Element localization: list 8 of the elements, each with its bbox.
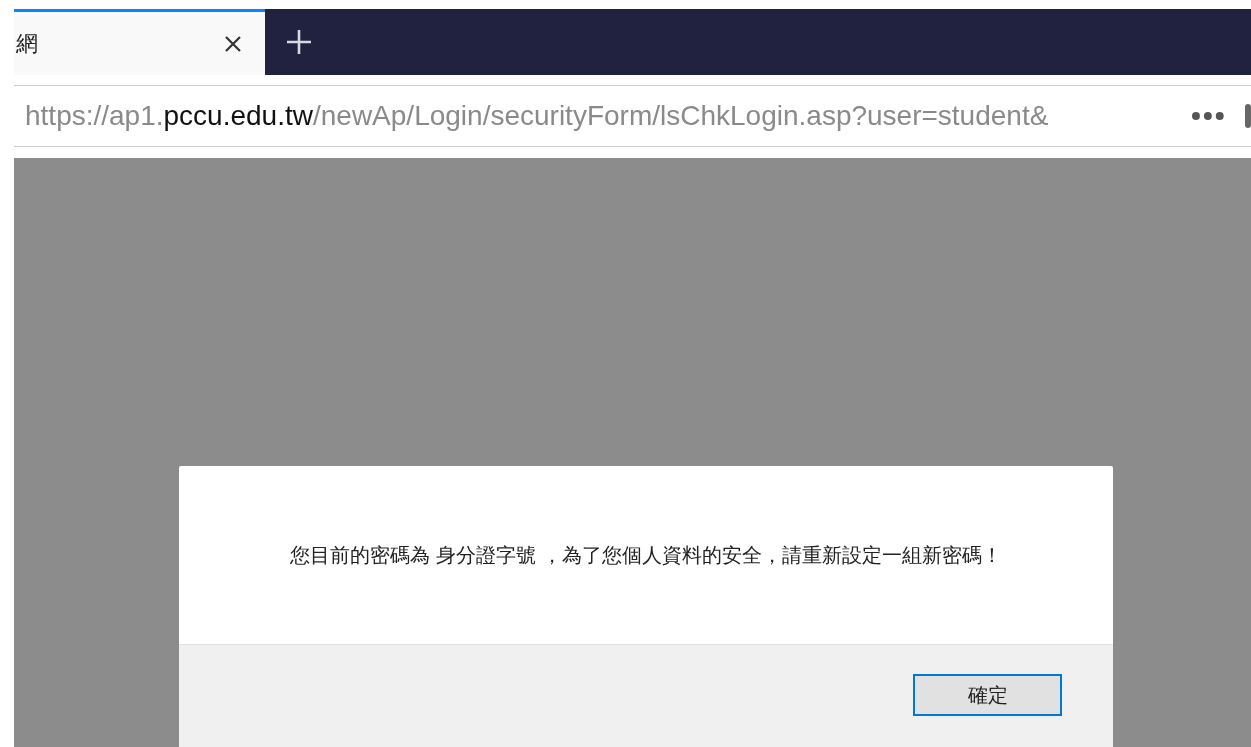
url-text[interactable]: https://ap1.pccu.edu.tw/newAp/Login/securityForm/lsChkLogin.asp?user=student& — [25, 100, 1049, 131]
tab-title: 網 — [16, 29, 38, 58]
more-icon[interactable] — [1191, 111, 1226, 121]
new-tab-icon[interactable] — [286, 29, 312, 55]
browser-tab[interactable]: 網 — [14, 9, 265, 75]
dialog-message: 您目前的密碼為 身分證字號 ，為了您個人資料的安全，請重新設定一組新密碼！ — [289, 541, 1003, 569]
close-icon[interactable] — [223, 33, 243, 54]
ok-button[interactable]: 確定 — [913, 674, 1062, 716]
